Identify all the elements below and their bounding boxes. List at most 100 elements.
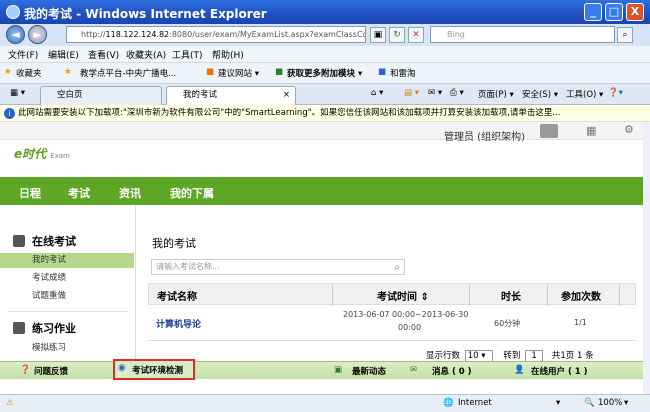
print-icon[interactable]: ⎙ ▾ bbox=[450, 88, 464, 98]
main-nav: 日程 考试 资讯 我的下属 bbox=[0, 177, 643, 205]
info-icon: i bbox=[4, 108, 15, 119]
message-icon: ✉ bbox=[410, 365, 418, 375]
table-row: 计算机导论 2013-06-07 00:00~2013-06-30 00:00 … bbox=[148, 305, 636, 341]
exam-name-link[interactable]: 计算机导论 bbox=[156, 317, 201, 330]
status-bar: ⚠ 🌐 Internet ▾ 🔍 100% ▾ bbox=[0, 394, 650, 412]
addon-icon: ■ bbox=[275, 67, 284, 77]
zoom-icon: 🔍 bbox=[584, 398, 595, 408]
security-zone[interactable]: Internet bbox=[458, 398, 492, 408]
search-input[interactable]: Bing bbox=[430, 26, 615, 43]
col-attempts[interactable]: 参加次数 bbox=[561, 288, 601, 303]
news-button[interactable]: 最新动态 bbox=[352, 365, 386, 377]
top-strip: ▦ ⚙ bbox=[0, 122, 643, 140]
help-icon[interactable]: ❓▾ bbox=[608, 88, 623, 98]
sidebar-item-my-exam[interactable]: 我的考试 bbox=[0, 253, 134, 268]
online-users-button[interactable]: 在线用户 ( 1 ) bbox=[531, 365, 588, 377]
site-logo[interactable]: e时代 Exam bbox=[14, 145, 70, 162]
zoom-level[interactable]: 100% bbox=[598, 398, 622, 408]
page-menu[interactable]: 页面(P) ▾ bbox=[478, 88, 514, 100]
table-header: 考试名称 考试时间 ⇕ 时长 参加次数 bbox=[148, 283, 636, 306]
menu-view[interactable]: 查看(V) bbox=[88, 48, 119, 61]
star-icon: ★ bbox=[4, 67, 12, 77]
mail-icon[interactable]: ✉ ▾ bbox=[428, 88, 442, 98]
menu-tools[interactable]: 工具(T) bbox=[172, 48, 203, 61]
messages-button[interactable]: 消息 ( 0 ) bbox=[432, 365, 472, 377]
maximize-button[interactable]: □ bbox=[605, 3, 623, 21]
apps-grid-icon[interactable]: ▦ bbox=[586, 124, 596, 137]
menu-file[interactable]: 文件(F) bbox=[8, 48, 38, 61]
quick-tabs-icon[interactable]: ▦ ▾ bbox=[10, 88, 25, 98]
feedback-button[interactable]: 问题反馈 bbox=[34, 365, 68, 377]
tab-close-icon[interactable]: × bbox=[283, 87, 290, 104]
window-title: 我的考试 - Windows Internet Explorer bbox=[24, 7, 267, 21]
favorites-button[interactable]: 收藏夹 bbox=[16, 67, 42, 79]
sidebar-section-practice: 练习作业 bbox=[32, 322, 76, 335]
refresh-icon[interactable]: ↻ bbox=[389, 27, 405, 43]
zoom-dropdown-icon[interactable]: ▾ bbox=[624, 398, 628, 408]
forward-button[interactable]: ► bbox=[28, 25, 47, 44]
exam-attempts: 1/1 bbox=[574, 318, 587, 327]
tools-menu[interactable]: 工具(O) ▾ bbox=[566, 88, 603, 100]
col-divider bbox=[547, 284, 548, 306]
fav-link-1[interactable]: 教学点平台-中央广播电... bbox=[80, 67, 176, 79]
ie-icon bbox=[6, 5, 20, 19]
information-bar[interactable]: i 此网站需要安装以下加载项:"深圳市新为软件有限公司"中的"SmartLear… bbox=[0, 105, 650, 122]
feeds-icon[interactable]: ▤ ▾ bbox=[404, 88, 419, 98]
protected-mode-icon[interactable]: ▾ bbox=[556, 398, 560, 408]
search-go-icon[interactable]: ⌕ bbox=[617, 27, 633, 43]
address-input[interactable]: http://118.122.124.82:8080/user/exam/MyE… bbox=[66, 26, 366, 43]
sidebar-item-mock[interactable]: 模拟练习 bbox=[0, 341, 134, 356]
window-title-bar: 我的考试 - Windows Internet Explorer _ □ X bbox=[0, 0, 650, 24]
fav-link-3[interactable]: 获取更多附加模块 ▾ bbox=[287, 67, 362, 79]
help-circle-icon: ❓ bbox=[20, 365, 31, 375]
fav-icon-4: ■ bbox=[378, 67, 387, 77]
avatar[interactable] bbox=[540, 124, 558, 138]
total-pages: 共1页 1 条 bbox=[551, 351, 594, 361]
tab-bar: ▦ ▾ 空白页 我的考试 × ⌂ ▾ ▤ ▾ ✉ ▾ ⎙ ▾ 页面(P) ▾ 安… bbox=[0, 84, 650, 105]
tab-my-exam[interactable]: 我的考试 × bbox=[166, 86, 296, 105]
col-divider bbox=[619, 284, 620, 306]
sidebar-section-online-exam: 在线考试 bbox=[32, 235, 76, 248]
nav-news[interactable]: 资讯 bbox=[119, 185, 141, 201]
rows-label: 显示行数 bbox=[426, 351, 461, 361]
col-duration[interactable]: 时长 bbox=[501, 288, 521, 303]
col-exam-time[interactable]: 考试时间 ⇕ bbox=[377, 288, 429, 303]
nav-subordinates[interactable]: 我的下属 bbox=[170, 185, 214, 201]
env-check-icon: ◉ bbox=[118, 363, 126, 373]
page-scrollbar[interactable] bbox=[643, 122, 650, 394]
online-exam-icon bbox=[13, 235, 25, 247]
col-exam-name[interactable]: 考试名称 bbox=[157, 288, 197, 303]
safety-menu[interactable]: 安全(S) ▾ bbox=[522, 88, 558, 100]
settings-gear-icon[interactable]: ⚙ bbox=[624, 123, 634, 136]
nav-exam[interactable]: 考试 bbox=[68, 185, 90, 201]
current-user[interactable]: 管理员 (组织架构) bbox=[444, 128, 525, 143]
favorites-bar: ★ 收藏夹 ★ 教学点平台-中央广播电... ■ 建议网站 ▾ ■ 获取更多附加… bbox=[0, 63, 650, 84]
minimize-button[interactable]: _ bbox=[584, 3, 602, 21]
fav-link-2[interactable]: 建议网站 ▾ bbox=[218, 67, 259, 79]
sidebar-item-exam-scores[interactable]: 考试成绩 bbox=[0, 271, 134, 286]
warning-icon: ⚠ bbox=[6, 398, 14, 408]
col-divider bbox=[332, 284, 333, 306]
exam-time-start: 2013-06-07 00:00~2013-06-30 bbox=[343, 310, 469, 319]
compat-view-icon[interactable]: ▣ bbox=[370, 27, 386, 43]
practice-icon bbox=[13, 322, 25, 334]
information-bar-text: 此网站需要安装以下加载项:"深圳市新为软件有限公司"中的"SmartLearni… bbox=[18, 108, 561, 118]
online-users-icon: 👤 bbox=[514, 365, 525, 375]
exam-search-input[interactable]: 请输入考试名称... ⌕ bbox=[151, 259, 405, 275]
nav-schedule[interactable]: 日程 bbox=[19, 185, 41, 201]
add-favorite-icon[interactable]: ★ bbox=[64, 67, 72, 77]
env-check-button[interactable]: ◉ 考试环境检测 bbox=[113, 359, 195, 380]
home-icon[interactable]: ⌂ ▾ bbox=[371, 88, 383, 98]
menu-help[interactable]: 帮助(H) bbox=[212, 48, 244, 61]
tab-blank[interactable]: 空白页 bbox=[40, 86, 162, 105]
menu-favorites[interactable]: 收藏夹(A) bbox=[126, 48, 166, 61]
menu-edit[interactable]: 编辑(E) bbox=[48, 48, 79, 61]
close-button[interactable]: X bbox=[626, 3, 644, 21]
fav-link-4[interactable]: 和雷淘 bbox=[390, 67, 416, 79]
news-icon: ▣ bbox=[334, 365, 343, 375]
bottom-toolbar: ❓ 问题反馈 ▣ 最新动态 ✉ 消息 ( 0 ) 👤 在线用户 ( 1 ) bbox=[0, 361, 643, 379]
back-button[interactable]: ◄ bbox=[6, 25, 25, 44]
search-icon[interactable]: ⌕ bbox=[394, 261, 400, 275]
stop-icon[interactable]: ✕ bbox=[408, 27, 424, 43]
sidebar-item-redo[interactable]: 试题重做 bbox=[0, 289, 134, 304]
